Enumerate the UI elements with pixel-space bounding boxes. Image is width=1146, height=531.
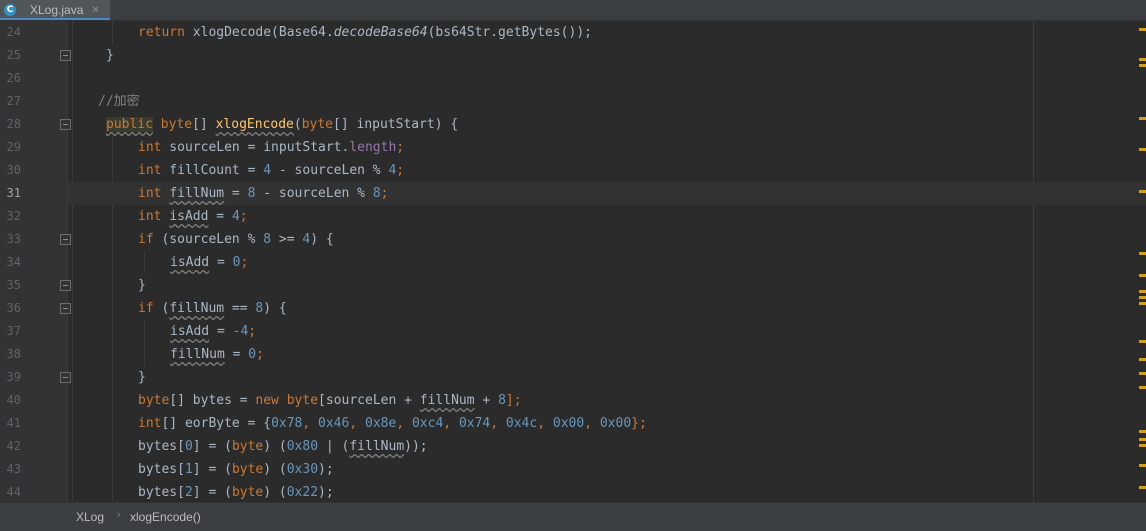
code-line: isAdd = -4; <box>170 324 257 339</box>
line-number: 25 <box>6 48 21 62</box>
code-line: int fillCount = 4 - sourceLen % 4; <box>138 163 405 178</box>
code-line: } <box>138 278 146 293</box>
line-number: 30 <box>6 163 21 177</box>
line-number-current: 31 <box>6 186 21 200</box>
code-line: } <box>106 48 114 63</box>
code-line: if (sourceLen % 8 >= 4) { <box>138 232 334 247</box>
line-number: 39 <box>6 370 21 384</box>
line-number: 33 <box>6 232 21 246</box>
line-number: 37 <box>6 324 21 338</box>
scrollbar-warning-marker[interactable] <box>1139 28 1146 31</box>
line-number: 26 <box>6 71 21 85</box>
line-number: 42 <box>6 439 21 453</box>
scrollbar-warning-marker[interactable] <box>1139 148 1146 151</box>
scrollbar-warning-marker[interactable] <box>1139 58 1146 61</box>
code-line: int sourceLen = inputStart.length; <box>138 140 405 155</box>
line-number: 38 <box>6 347 21 361</box>
line-number: 44 <box>6 485 21 499</box>
scrollbar-warning-marker[interactable] <box>1139 252 1146 255</box>
line-number: 40 <box>6 393 21 407</box>
tab-filename: XLog.java <box>30 3 84 17</box>
code-line: bytes[2] = (byte) (0x22); <box>138 485 334 500</box>
active-tab-indicator <box>0 18 110 20</box>
scrollbar-warning-marker[interactable] <box>1139 486 1146 489</box>
code-line: int isAdd = 4; <box>138 209 248 224</box>
line-number: 29 <box>6 140 21 154</box>
scrollbar-warning-marker[interactable] <box>1139 290 1146 293</box>
close-icon[interactable]: ✕ <box>91 5 99 16</box>
scrollbar-warning-marker[interactable] <box>1139 372 1146 375</box>
breadcrumb-bar: XLog › xlogEncode() <box>0 502 1146 531</box>
scrollbar-warning-marker[interactable] <box>1139 296 1146 299</box>
scrollbar-warning-marker[interactable] <box>1139 274 1146 277</box>
code-line: bytes[1] = (byte) (0x30); <box>138 462 334 477</box>
breadcrumb-method[interactable]: xlogEncode() <box>130 510 201 524</box>
line-number: 32 <box>6 209 21 223</box>
line-number: 36 <box>6 301 21 315</box>
code-line: int[] eorByte = {0x78, 0x46, 0x8e, 0xc4,… <box>138 416 647 431</box>
line-number: 35 <box>6 278 21 292</box>
scrollbar-warning-marker[interactable] <box>1139 386 1146 389</box>
code-editor[interactable]: return xlogDecode(Base64.decodeBase64(bs… <box>68 21 1146 502</box>
tab-xlog-java[interactable]: C XLog.java ✕ <box>0 0 110 20</box>
editor-tab-bar: C XLog.java ✕ <box>0 0 1146 21</box>
code-line: return xlogDecode(Base64.decodeBase64(bs… <box>138 25 592 40</box>
scrollbar-warning-marker[interactable] <box>1139 438 1146 441</box>
scrollbar-warning-marker[interactable] <box>1139 64 1146 67</box>
comment: //加密 <box>98 94 140 109</box>
scrollbar-warning-marker[interactable] <box>1139 340 1146 343</box>
line-number: 34 <box>6 255 21 269</box>
breadcrumb-separator: › <box>117 509 121 521</box>
scrollbar-warning-marker[interactable] <box>1139 430 1146 433</box>
scrollbar-warning-marker[interactable] <box>1139 464 1146 467</box>
breadcrumb-class[interactable]: XLog <box>76 510 104 524</box>
line-number: 43 <box>6 462 21 476</box>
scrollbar-warning-marker[interactable] <box>1139 358 1146 361</box>
code-line: byte[] bytes = new byte[sourceLen + fill… <box>138 393 522 408</box>
code-line: isAdd = 0; <box>170 255 249 270</box>
editor-gutter: 24 25 26 27 28 29 30 31 32 33 34 35 36 3… <box>0 21 68 502</box>
code-line: bytes[0] = (byte) (0x80 | (fillNum)); <box>138 439 428 454</box>
line-number: 27 <box>6 94 21 108</box>
line-number: 24 <box>6 25 21 39</box>
java-class-icon: C <box>4 4 16 16</box>
code-line-current: int fillNum = 8 - sourceLen % 8; <box>68 182 1146 205</box>
line-number: 41 <box>6 416 21 430</box>
code-line: } <box>138 370 146 385</box>
scrollbar-warning-marker[interactable] <box>1139 444 1146 447</box>
code-line: public byte[] xlogEncode(byte[] inputSta… <box>106 117 459 132</box>
code-line: fillNum = 0; <box>170 347 264 362</box>
code-line: //加密 <box>68 90 1146 113</box>
line-number: 28 <box>6 117 21 131</box>
code-line: if (fillNum == 8) { <box>138 301 287 316</box>
scrollbar-warning-marker[interactable] <box>1139 190 1146 193</box>
scrollbar-warning-marker[interactable] <box>1139 117 1146 120</box>
scrollbar-warning-marker[interactable] <box>1139 302 1146 305</box>
